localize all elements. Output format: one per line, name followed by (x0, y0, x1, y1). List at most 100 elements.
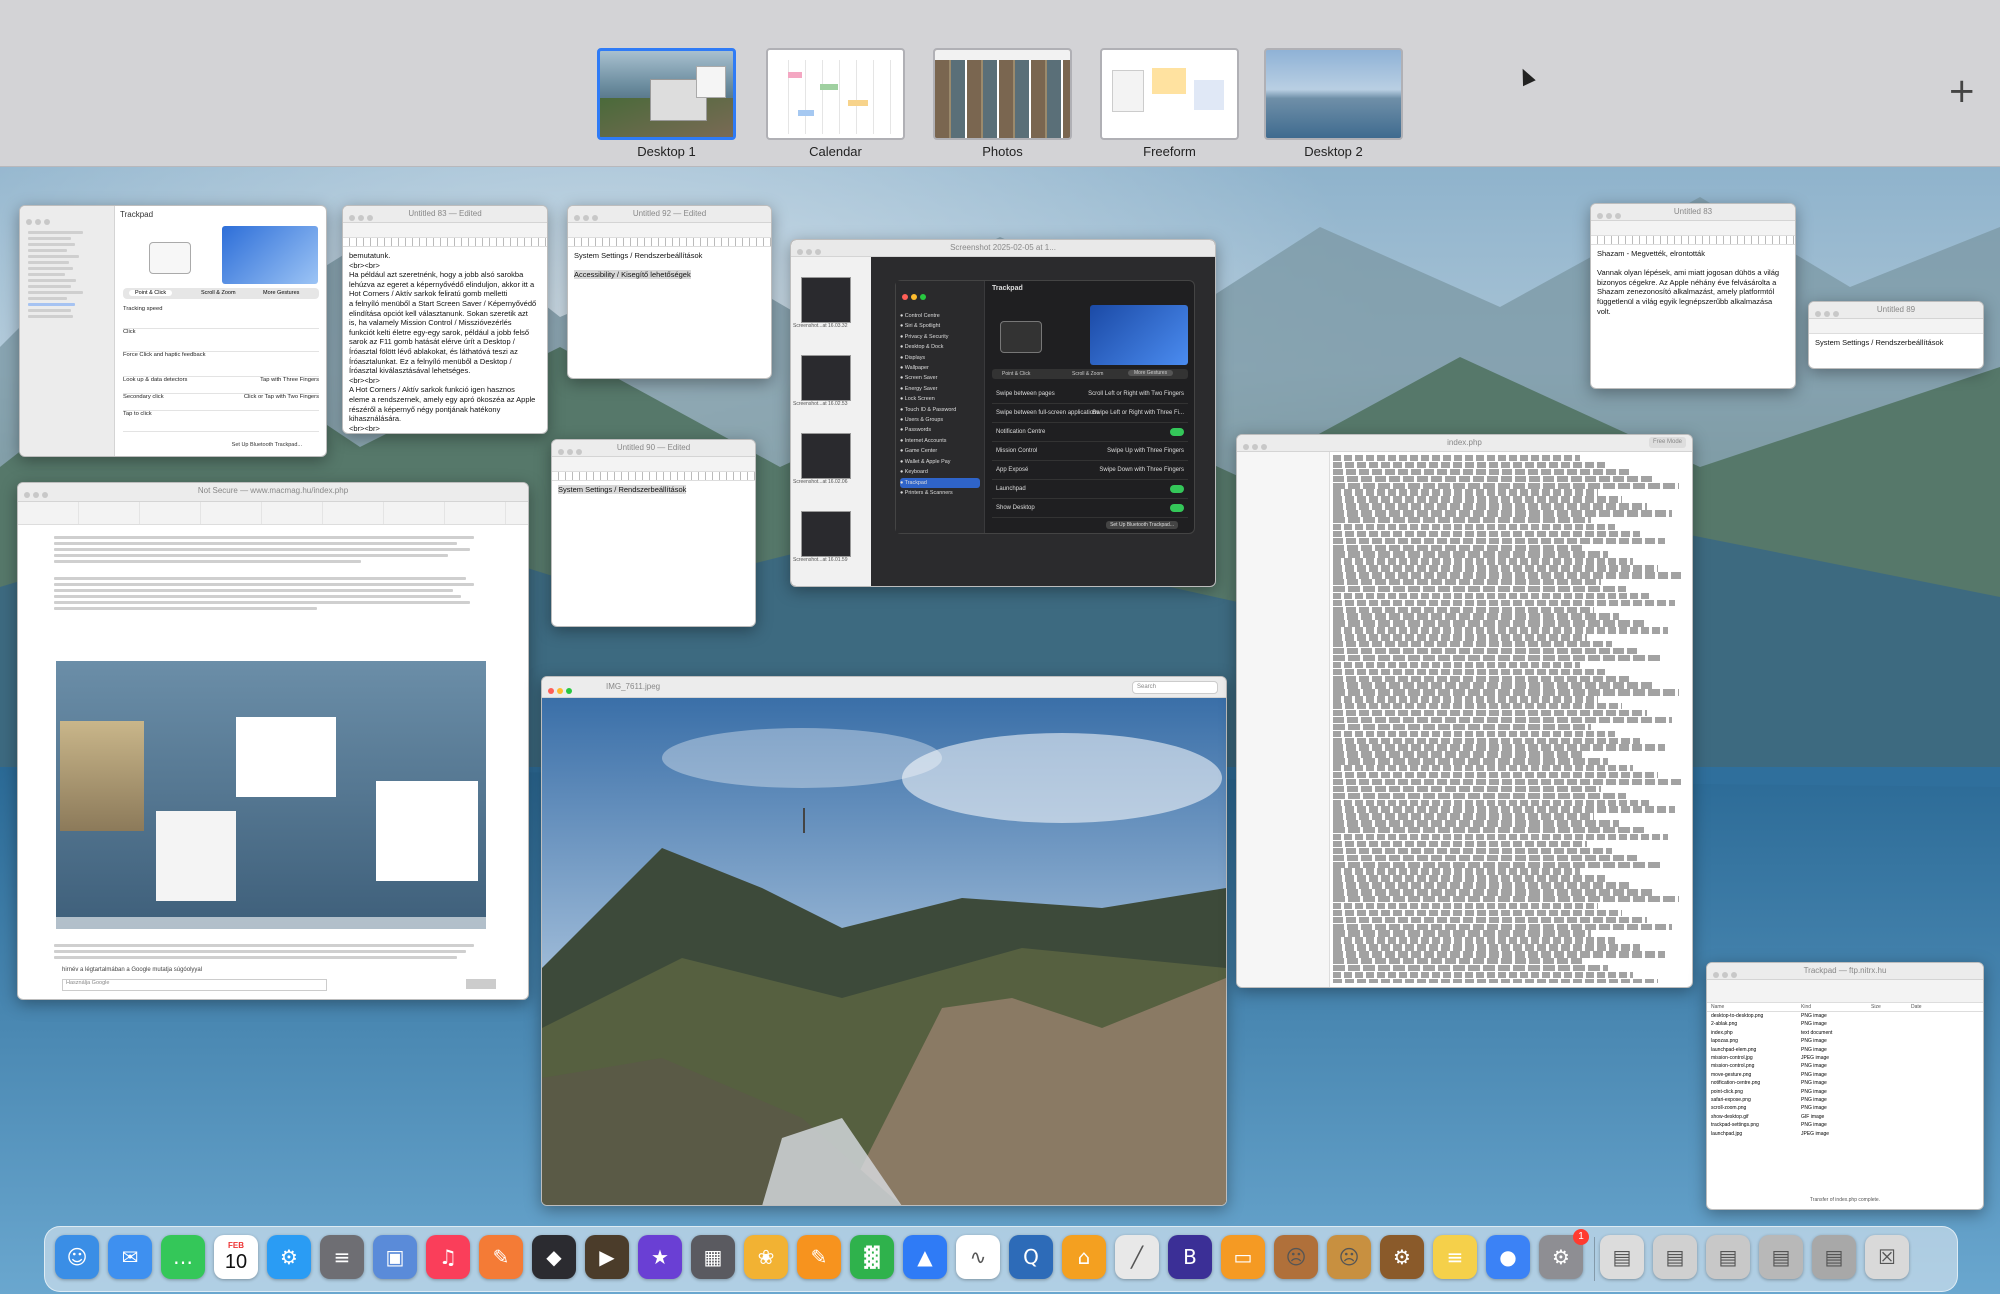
column-header-name[interactable]: Name (1711, 1004, 1801, 1010)
keynote-icon[interactable]: ▲ (903, 1235, 947, 1279)
trash-icon[interactable]: ☒ (1865, 1235, 1909, 1279)
file-row[interactable]: safari-expose.png PNG image (1707, 1096, 1983, 1104)
textedit-window-untitled-90[interactable]: Untitled 90 — Edited System Settings / R… (551, 439, 756, 627)
search-field[interactable]: Search (1132, 681, 1218, 694)
lasso-icon[interactable]: ⚙ (1380, 1235, 1424, 1279)
file-row[interactable]: show-desktop.gif GIF image (1707, 1113, 1983, 1121)
messages-icon[interactable]: … (161, 1235, 205, 1279)
document-text[interactable]: System Settings / Rendszerbeállítások Ac… (568, 247, 771, 283)
setup-bluetooth-button[interactable]: Set Up Bluetooth Trackpad... (232, 442, 302, 448)
calculator-icon[interactable]: ≡ (320, 1235, 364, 1279)
preview-icon[interactable]: ▣ (373, 1235, 417, 1279)
freeform-icon[interactable]: ∿ (956, 1235, 1000, 1279)
affinity-icon[interactable]: ◆ (532, 1235, 576, 1279)
textedit-window-shazam[interactable]: Untitled 83 Shazam - Megvették, elrontot… (1590, 203, 1796, 389)
notes-icon[interactable]: ≡ (1433, 1235, 1477, 1279)
home-icon[interactable]: ⌂ (1062, 1235, 1106, 1279)
document-text[interactable]: bemutatunk. <br><br> Ha például azt szeret… (343, 247, 547, 433)
address-bar[interactable]: Not Secure — www.macmag.hu/index.php (198, 486, 348, 495)
space-freeform[interactable]: Freeform (1100, 48, 1239, 159)
imovie-icon[interactable]: ★ (638, 1235, 682, 1279)
ftp-toolbar[interactable] (1707, 980, 1983, 1003)
file-row[interactable]: index.php text document (1707, 1029, 1983, 1037)
system-settings-icon[interactable]: ⚙ 1 (1539, 1229, 1589, 1279)
tab-scroll-zoom[interactable]: Scroll & Zoom (201, 290, 236, 296)
row-tracking-speed[interactable]: Tracking speed (123, 306, 319, 329)
safari-window[interactable]: Not Secure — www.macmag.hu/index.php hir… (17, 482, 529, 1000)
column-header-date[interactable]: Date (1911, 1004, 1971, 1010)
window-controls[interactable] (349, 211, 376, 227)
textedit-window-untitled-92[interactable]: Untitled 92 — Edited System Settings / R… (567, 205, 772, 379)
window-controls[interactable] (1597, 209, 1624, 225)
page-thumbnail[interactable] (801, 433, 851, 479)
ftp-browser-window[interactable]: Trackpad — ftp.nitrx.hu Name Kind Size D… (1706, 962, 1984, 1210)
space-calendar[interactable]: Calendar (766, 48, 905, 159)
books-icon[interactable]: ▭ (1221, 1235, 1265, 1279)
code-editor-window[interactable]: index.php Free Mode (1236, 434, 1693, 988)
tab-point-click[interactable]: Point & Click (129, 290, 173, 296)
messenger-icon[interactable]: ● (1486, 1235, 1530, 1279)
search-button[interactable] (466, 979, 496, 989)
window-controls[interactable] (26, 212, 53, 230)
trackpad-settings-window-small[interactable]: Trackpad Point & Click Scroll & Zoom Mor… (19, 205, 327, 457)
pen-icon[interactable]: ╱ (1115, 1235, 1159, 1279)
file-row[interactable]: move-gesture.png PNG image (1707, 1071, 1983, 1079)
document-text[interactable]: System Settings / Rendszerbeállítások (1809, 334, 1983, 352)
photos-icon[interactable]: ❀ (744, 1235, 788, 1279)
photo-stack-icon[interactable]: ▤ (1706, 1235, 1750, 1279)
row-force-click[interactable]: Force Click and haptic feedback (123, 352, 319, 377)
document-text[interactable]: System Settings / Rendszerbeállítások (552, 481, 755, 499)
bbedit-icon[interactable]: B (1168, 1235, 1212, 1279)
printer-icon[interactable]: ▤ (1653, 1235, 1697, 1279)
row-secondary-click[interactable]: Secondary click Click or Tap with Two Fin… (123, 394, 319, 411)
file-sidebar[interactable] (1237, 452, 1330, 987)
screen-1-icon[interactable]: ▤ (1759, 1235, 1803, 1279)
document-text[interactable]: Shazam - Megvették, elrontották Vannak o… (1591, 245, 1795, 320)
final-cut-icon[interactable]: ▶ (585, 1235, 629, 1279)
pages-icon[interactable]: ✎ (797, 1235, 841, 1279)
file-row[interactable]: desktop-to-desktop.png PNG image (1707, 1012, 1983, 1020)
add-space-button[interactable]: + (1948, 74, 1977, 108)
page-thumbnail[interactable] (801, 511, 851, 557)
calendar-icon[interactable]: FEB 10 (214, 1235, 258, 1279)
screen-2-icon[interactable]: ▤ (1812, 1235, 1856, 1279)
window-controls[interactable] (574, 211, 601, 227)
textedit-window-untitled-83[interactable]: Untitled 83 — Edited bemutatunk. <br><br>… (342, 205, 548, 434)
file-row[interactable]: point-click.png PNG image (1707, 1088, 1983, 1096)
preview-photo-window[interactable]: IMG_7611.jpeg Search (541, 676, 1227, 1206)
column-header-kind[interactable]: Kind (1801, 1004, 1871, 1010)
safari-icon[interactable]: ⚙ (267, 1235, 311, 1279)
space-desktop-1[interactable]: Desktop 1 (597, 48, 736, 159)
window-controls[interactable] (558, 445, 585, 461)
column-header-size[interactable]: Size (1871, 1004, 1911, 1010)
row-tap-to-click[interactable]: Tap to click (123, 411, 319, 432)
file-row[interactable]: launchpad-elem.png PNG image (1707, 1046, 1983, 1054)
cyberduck-icon[interactable]: ☹ (1274, 1235, 1318, 1279)
finder-icon[interactable]: ☺ (55, 1235, 99, 1279)
bookmarks-and-tabs-bar[interactable] (18, 502, 528, 525)
row-look-up[interactable]: Look up & data detectors Tap with Three F… (123, 377, 319, 394)
page-thumbnail[interactable] (801, 277, 851, 323)
file-row[interactable]: lapozas.png PNG image (1707, 1037, 1983, 1045)
screenshot-icon[interactable]: ▦ (691, 1235, 735, 1279)
free-mode-button[interactable]: Free Mode (1648, 437, 1686, 448)
transmit-icon[interactable]: ☹ (1327, 1235, 1371, 1279)
preview-doc-icon[interactable]: ▤ (1600, 1235, 1644, 1279)
space-photos[interactable]: Photos (933, 48, 1072, 159)
space-desktop-2[interactable]: Desktop 2 (1264, 48, 1403, 159)
page-thumbnail[interactable] (801, 355, 851, 401)
code-text-area[interactable] (1333, 455, 1686, 983)
mail-icon[interactable]: ✉ (108, 1235, 152, 1279)
window-controls[interactable] (24, 488, 51, 504)
window-controls[interactable] (1713, 968, 1740, 984)
preview-screenshots-window[interactable]: Screenshot 2025-02-05 at 1... Screenshot… (790, 239, 1216, 587)
row-click[interactable]: Click (123, 329, 319, 352)
file-row[interactable]: scroll-zoom.png PNG image (1707, 1104, 1983, 1112)
window-controls[interactable] (1815, 307, 1842, 323)
file-row[interactable]: mission-control.jpg JPEG image (1707, 1054, 1983, 1062)
numbers-icon[interactable]: ▓ (850, 1235, 894, 1279)
pixelmator-icon[interactable]: ✎ (479, 1235, 523, 1279)
file-row[interactable]: 2-ablak.png PNG image (1707, 1020, 1983, 1028)
quicktime-icon[interactable]: Q (1009, 1235, 1053, 1279)
music-icon[interactable]: ♫ (426, 1235, 470, 1279)
